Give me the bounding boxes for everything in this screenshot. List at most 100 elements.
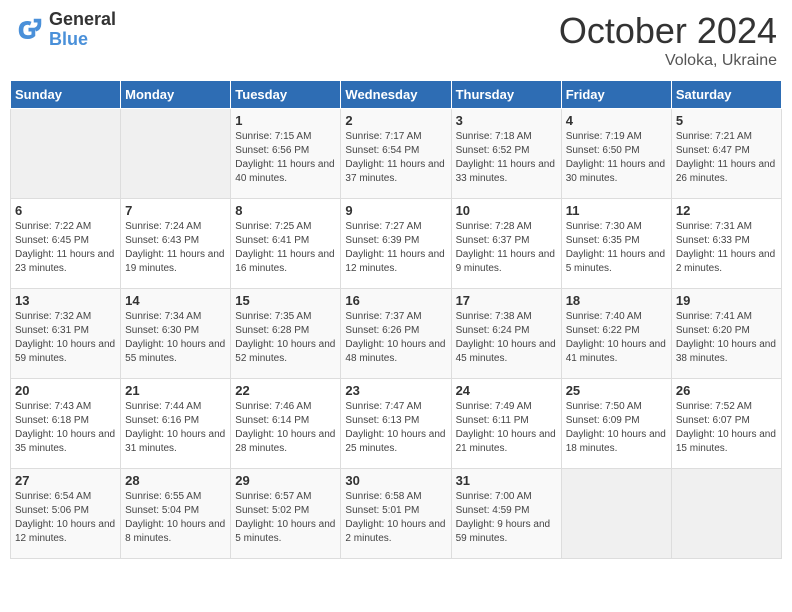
day-number: 5	[676, 113, 777, 128]
day-number: 6	[15, 203, 116, 218]
day-number: 18	[566, 293, 667, 308]
weekday-header: Monday	[121, 81, 231, 109]
day-number: 29	[235, 473, 336, 488]
day-detail: Sunrise: 7:52 AM Sunset: 6:07 PM Dayligh…	[676, 400, 777, 456]
weekday-header: Wednesday	[341, 81, 451, 109]
calendar-cell	[11, 109, 121, 199]
day-number: 12	[676, 203, 777, 218]
calendar-cell: 26Sunrise: 7:52 AM Sunset: 6:07 PM Dayli…	[671, 379, 781, 469]
calendar-cell: 31 Sunrise: 7:00 AM Sunset: 4:59 PM Dayli…	[451, 469, 561, 559]
month-title: October 2024	[559, 10, 777, 52]
calendar-week-row: 6 Sunrise: 7:22 AM Sunset: 6:45 PM Daylig…	[11, 199, 782, 289]
calendar-cell: 7 Sunrise: 7:24 AM Sunset: 6:43 PM Daylig…	[121, 199, 231, 289]
day-number: 24	[456, 383, 557, 398]
day-number: 30	[345, 473, 446, 488]
day-detail: Sunrise: 7:21 AM Sunset: 6:47 PM Dayligh…	[676, 130, 777, 186]
day-detail: Sunrise: 7:31 AM Sunset: 6:33 PM Dayligh…	[676, 220, 777, 276]
calendar-cell: 10 Sunrise: 7:28 AM Sunset: 6:37 PM Dayli…	[451, 199, 561, 289]
day-number: 9	[345, 203, 446, 218]
day-detail: Sunrise: 7:43 AM Sunset: 6:18 PM Dayligh…	[15, 400, 116, 456]
day-detail: Sunrise: 7:37 AM Sunset: 6:26 PM Dayligh…	[345, 310, 446, 366]
day-number: 23	[345, 383, 446, 398]
day-detail: Sunrise: 7:44 AM Sunset: 6:16 PM Dayligh…	[125, 400, 226, 456]
day-number: 21	[125, 383, 226, 398]
day-detail: Sunrise: 7:35 AM Sunset: 6:28 PM Dayligh…	[235, 310, 336, 366]
day-number: 19	[676, 293, 777, 308]
calendar-cell: 13 Sunrise: 7:32 AM Sunset: 6:31 PM Dayli…	[11, 289, 121, 379]
day-detail: Sunrise: 7:47 AM Sunset: 6:13 PM Dayligh…	[345, 400, 446, 456]
day-detail: Sunrise: 7:50 AM Sunset: 6:09 PM Dayligh…	[566, 400, 667, 456]
day-detail: Sunrise: 7:00 AM Sunset: 4:59 PM Dayligh…	[456, 490, 557, 546]
logo-general: General	[49, 10, 116, 30]
calendar-cell: 9 Sunrise: 7:27 AM Sunset: 6:39 PM Daylig…	[341, 199, 451, 289]
day-number: 31	[456, 473, 557, 488]
day-detail: Sunrise: 7:32 AM Sunset: 6:31 PM Dayligh…	[15, 310, 116, 366]
calendar-cell: 21 Sunrise: 7:44 AM Sunset: 6:16 PM Dayli…	[121, 379, 231, 469]
calendar-cell: 28Sunrise: 6:55 AM Sunset: 5:04 PM Dayli…	[121, 469, 231, 559]
calendar-cell: 20Sunrise: 7:43 AM Sunset: 6:18 PM Dayli…	[11, 379, 121, 469]
day-number: 17	[456, 293, 557, 308]
calendar-cell: 18 Sunrise: 7:40 AM Sunset: 6:22 PM Dayli…	[561, 289, 671, 379]
weekday-header: Saturday	[671, 81, 781, 109]
calendar-cell: 5 Sunrise: 7:21 AM Sunset: 6:47 PM Daylig…	[671, 109, 781, 199]
day-detail: Sunrise: 6:54 AM Sunset: 5:06 PM Dayligh…	[15, 490, 116, 546]
day-detail: Sunrise: 7:46 AM Sunset: 6:14 PM Dayligh…	[235, 400, 336, 456]
location: Voloka, Ukraine	[559, 52, 777, 70]
weekday-header: Sunday	[11, 81, 121, 109]
calendar-week-row: 13 Sunrise: 7:32 AM Sunset: 6:31 PM Dayli…	[11, 289, 782, 379]
calendar-cell: 25 Sunrise: 7:50 AM Sunset: 6:09 PM Dayli…	[561, 379, 671, 469]
calendar-cell: 27Sunrise: 6:54 AM Sunset: 5:06 PM Dayli…	[11, 469, 121, 559]
day-number: 10	[456, 203, 557, 218]
calendar-cell	[671, 469, 781, 559]
day-detail: Sunrise: 7:28 AM Sunset: 6:37 PM Dayligh…	[456, 220, 557, 276]
day-number: 1	[235, 113, 336, 128]
day-number: 14	[125, 293, 226, 308]
day-number: 8	[235, 203, 336, 218]
day-detail: Sunrise: 6:58 AM Sunset: 5:01 PM Dayligh…	[345, 490, 446, 546]
calendar-cell: 15 Sunrise: 7:35 AM Sunset: 6:28 PM Dayli…	[231, 289, 341, 379]
day-detail: Sunrise: 7:27 AM Sunset: 6:39 PM Dayligh…	[345, 220, 446, 276]
day-detail: Sunrise: 7:24 AM Sunset: 6:43 PM Dayligh…	[125, 220, 226, 276]
day-detail: Sunrise: 7:30 AM Sunset: 6:35 PM Dayligh…	[566, 220, 667, 276]
day-detail: Sunrise: 7:38 AM Sunset: 6:24 PM Dayligh…	[456, 310, 557, 366]
day-detail: Sunrise: 7:49 AM Sunset: 6:11 PM Dayligh…	[456, 400, 557, 456]
calendar-cell: 3 Sunrise: 7:18 AM Sunset: 6:52 PM Daylig…	[451, 109, 561, 199]
day-number: 15	[235, 293, 336, 308]
calendar-week-row: 27Sunrise: 6:54 AM Sunset: 5:06 PM Dayli…	[11, 469, 782, 559]
day-number: 11	[566, 203, 667, 218]
day-detail: Sunrise: 7:40 AM Sunset: 6:22 PM Dayligh…	[566, 310, 667, 366]
calendar-cell: 16 Sunrise: 7:37 AM Sunset: 6:26 PM Dayli…	[341, 289, 451, 379]
calendar-cell: 23 Sunrise: 7:47 AM Sunset: 6:13 PM Dayli…	[341, 379, 451, 469]
day-number: 13	[15, 293, 116, 308]
day-number: 22	[235, 383, 336, 398]
day-number: 16	[345, 293, 446, 308]
day-number: 25	[566, 383, 667, 398]
title-block: October 2024 Voloka, Ukraine	[559, 10, 777, 70]
day-number: 28	[125, 473, 226, 488]
day-number: 2	[345, 113, 446, 128]
calendar-cell	[121, 109, 231, 199]
calendar-cell: 2Sunrise: 7:17 AM Sunset: 6:54 PM Daylig…	[341, 109, 451, 199]
calendar-cell	[561, 469, 671, 559]
day-detail: Sunrise: 7:34 AM Sunset: 6:30 PM Dayligh…	[125, 310, 226, 366]
calendar-week-row: 1 Sunrise: 7:15 AM Sunset: 6:56 PM Daylig…	[11, 109, 782, 199]
day-detail: Sunrise: 7:25 AM Sunset: 6:41 PM Dayligh…	[235, 220, 336, 276]
day-detail: Sunrise: 6:57 AM Sunset: 5:02 PM Dayligh…	[235, 490, 336, 546]
calendar-cell: 12 Sunrise: 7:31 AM Sunset: 6:33 PM Dayli…	[671, 199, 781, 289]
logo-icon	[15, 15, 45, 45]
weekday-header: Thursday	[451, 81, 561, 109]
weekday-header-row: SundayMondayTuesdayWednesdayThursdayFrid…	[11, 81, 782, 109]
day-detail: Sunrise: 7:18 AM Sunset: 6:52 PM Dayligh…	[456, 130, 557, 186]
day-number: 3	[456, 113, 557, 128]
page-header: General Blue October 2024 Voloka, Ukrain…	[10, 10, 782, 70]
calendar-cell: 11 Sunrise: 7:30 AM Sunset: 6:35 PM Dayli…	[561, 199, 671, 289]
weekday-header: Friday	[561, 81, 671, 109]
calendar-cell: 24 Sunrise: 7:49 AM Sunset: 6:11 PM Dayli…	[451, 379, 561, 469]
calendar-cell: 17 Sunrise: 7:38 AM Sunset: 6:24 PM Dayli…	[451, 289, 561, 379]
day-detail: Sunrise: 7:22 AM Sunset: 6:45 PM Dayligh…	[15, 220, 116, 276]
day-detail: Sunrise: 7:19 AM Sunset: 6:50 PM Dayligh…	[566, 130, 667, 186]
calendar-cell: 22 Sunrise: 7:46 AM Sunset: 6:14 PM Dayli…	[231, 379, 341, 469]
day-detail: Sunrise: 7:41 AM Sunset: 6:20 PM Dayligh…	[676, 310, 777, 366]
day-detail: Sunrise: 7:15 AM Sunset: 6:56 PM Dayligh…	[235, 130, 336, 186]
day-number: 7	[125, 203, 226, 218]
